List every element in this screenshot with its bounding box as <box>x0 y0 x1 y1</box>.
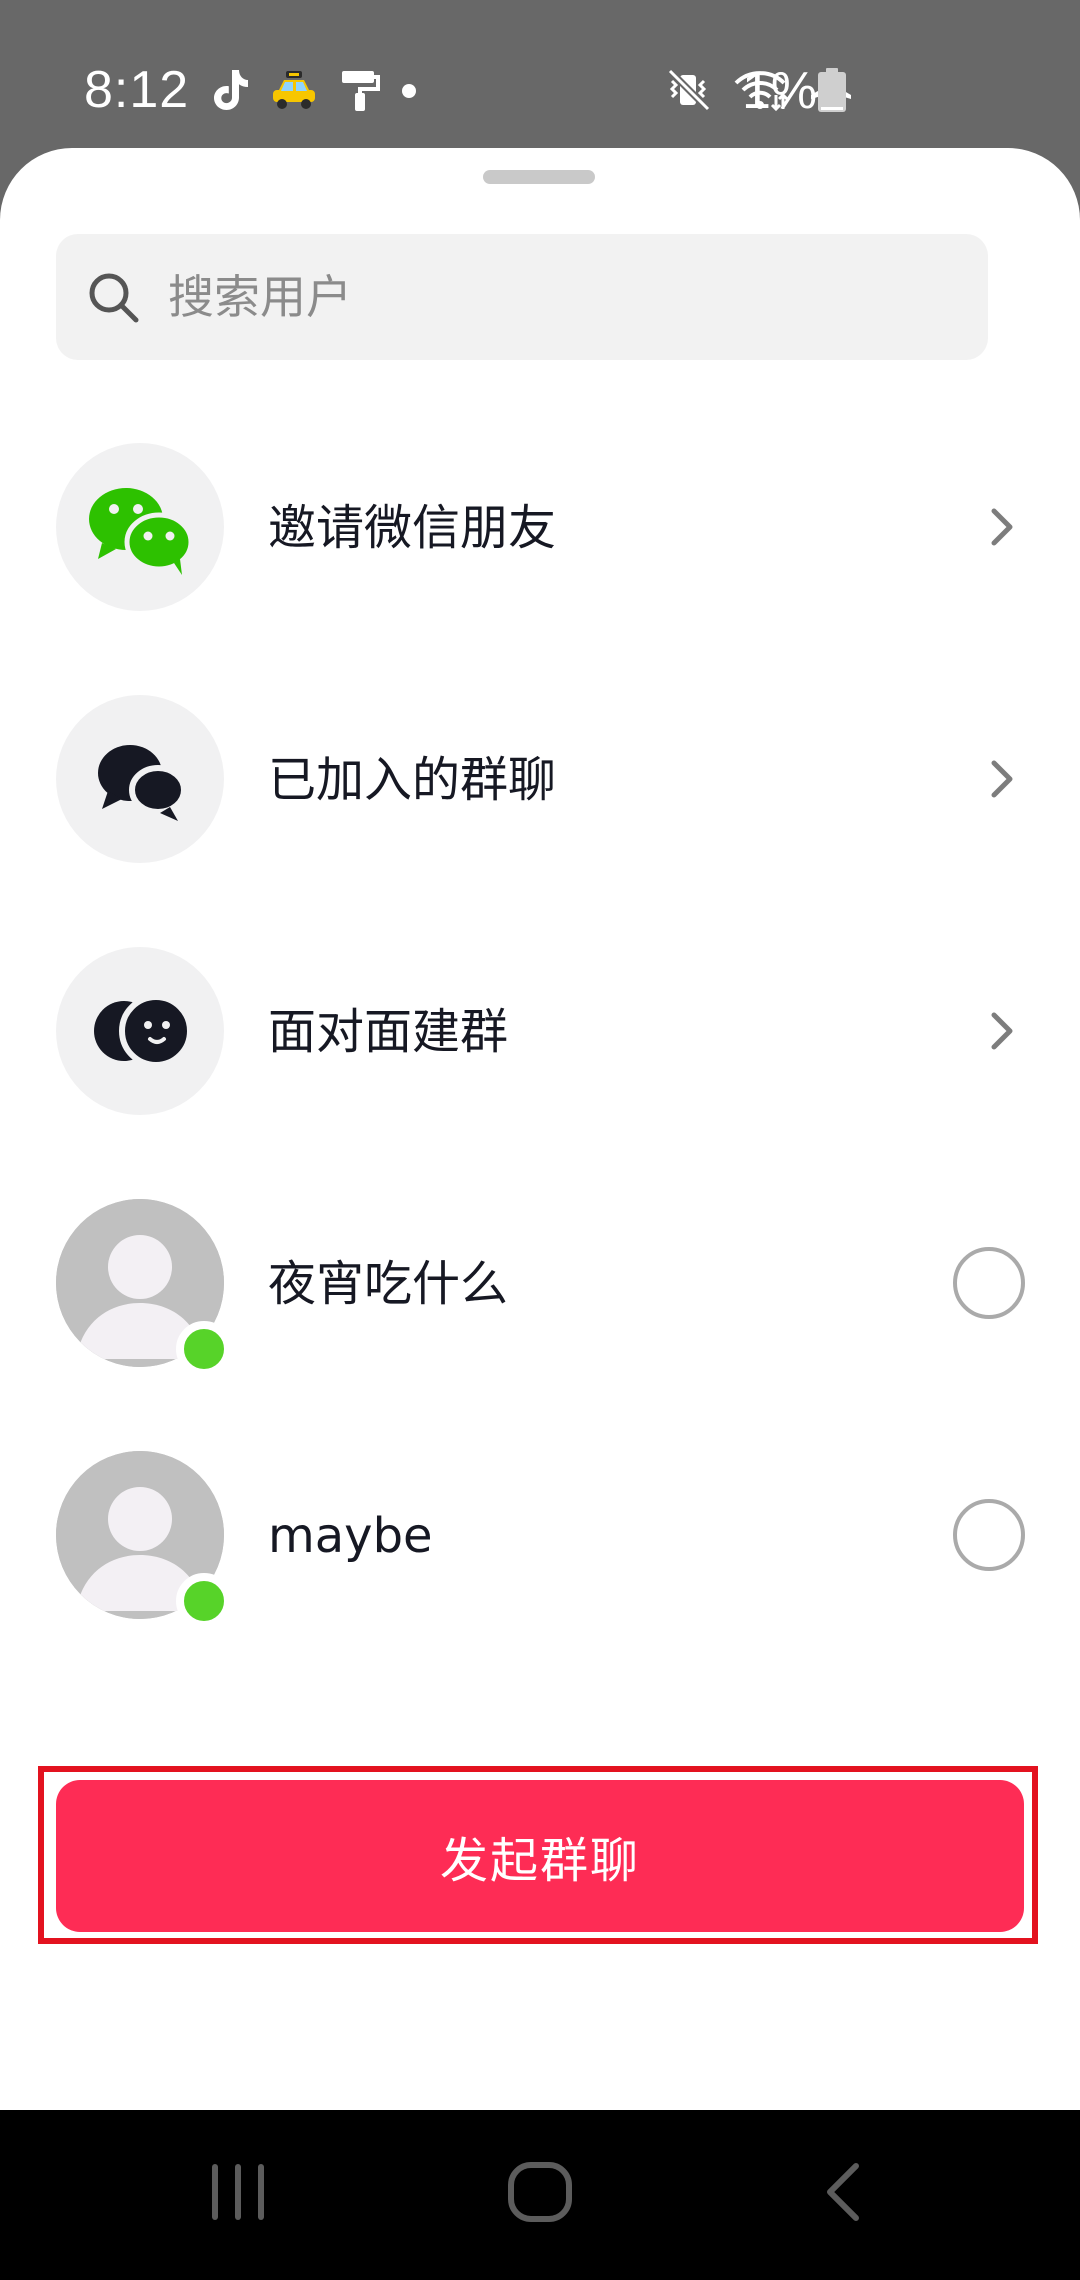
chevron-right-icon <box>984 503 1020 555</box>
contact-name: maybe <box>268 1508 433 1564</box>
home-icon[interactable] <box>506 2160 574 2228</box>
contact-name: 夜宵吃什么 <box>268 1256 509 1312</box>
menu-item-invite-wechat[interactable]: 邀请微信朋友 <box>0 443 1080 613</box>
chevron-right-icon <box>984 755 1020 807</box>
status-bar: 8:12 1% <box>0 0 1080 150</box>
face-to-face-icon-circle <box>56 947 224 1115</box>
menu-item-joined-groups[interactable]: 已加入的群聊 <box>0 695 1080 865</box>
battery-icon <box>818 68 846 116</box>
status-time: 8:12 <box>84 61 190 119</box>
vibrate-off-icon <box>666 67 712 117</box>
search-icon <box>86 270 142 330</box>
online-status-dot <box>176 1573 232 1629</box>
taxi-icon <box>270 70 318 114</box>
drag-handle[interactable] <box>483 170 595 184</box>
search-input[interactable] <box>168 234 948 360</box>
search-bar[interactable] <box>56 234 988 360</box>
wechat-icon-circle <box>56 443 224 611</box>
chevron-right-icon <box>984 1007 1020 1059</box>
menu-item-label: 邀请微信朋友 <box>268 500 557 556</box>
status-left-icons <box>212 66 416 118</box>
contact-row[interactable]: maybe <box>0 1451 1080 1629</box>
menu-item-face-to-face[interactable]: 面对面建群 <box>0 947 1080 1117</box>
tiktok-icon <box>212 68 248 116</box>
contact-row[interactable]: 夜宵吃什么 <box>0 1199 1080 1377</box>
menu-item-label: 面对面建群 <box>268 1004 509 1060</box>
menu-item-label: 已加入的群聊 <box>268 752 557 808</box>
battery-percentage: 1% <box>742 62 818 120</box>
recent-apps-icon[interactable] <box>208 2160 268 2228</box>
start-group-chat-button[interactable]: 发起群聊 <box>56 1780 1024 1932</box>
navigation-bar <box>0 2110 1080 2280</box>
online-status-dot <box>176 1321 232 1377</box>
dot-icon <box>402 83 416 102</box>
select-radio[interactable] <box>953 1499 1025 1571</box>
paint-roller-icon <box>340 68 380 116</box>
select-radio[interactable] <box>953 1247 1025 1319</box>
group-chat-icon-circle <box>56 695 224 863</box>
back-icon[interactable] <box>818 2160 866 2228</box>
